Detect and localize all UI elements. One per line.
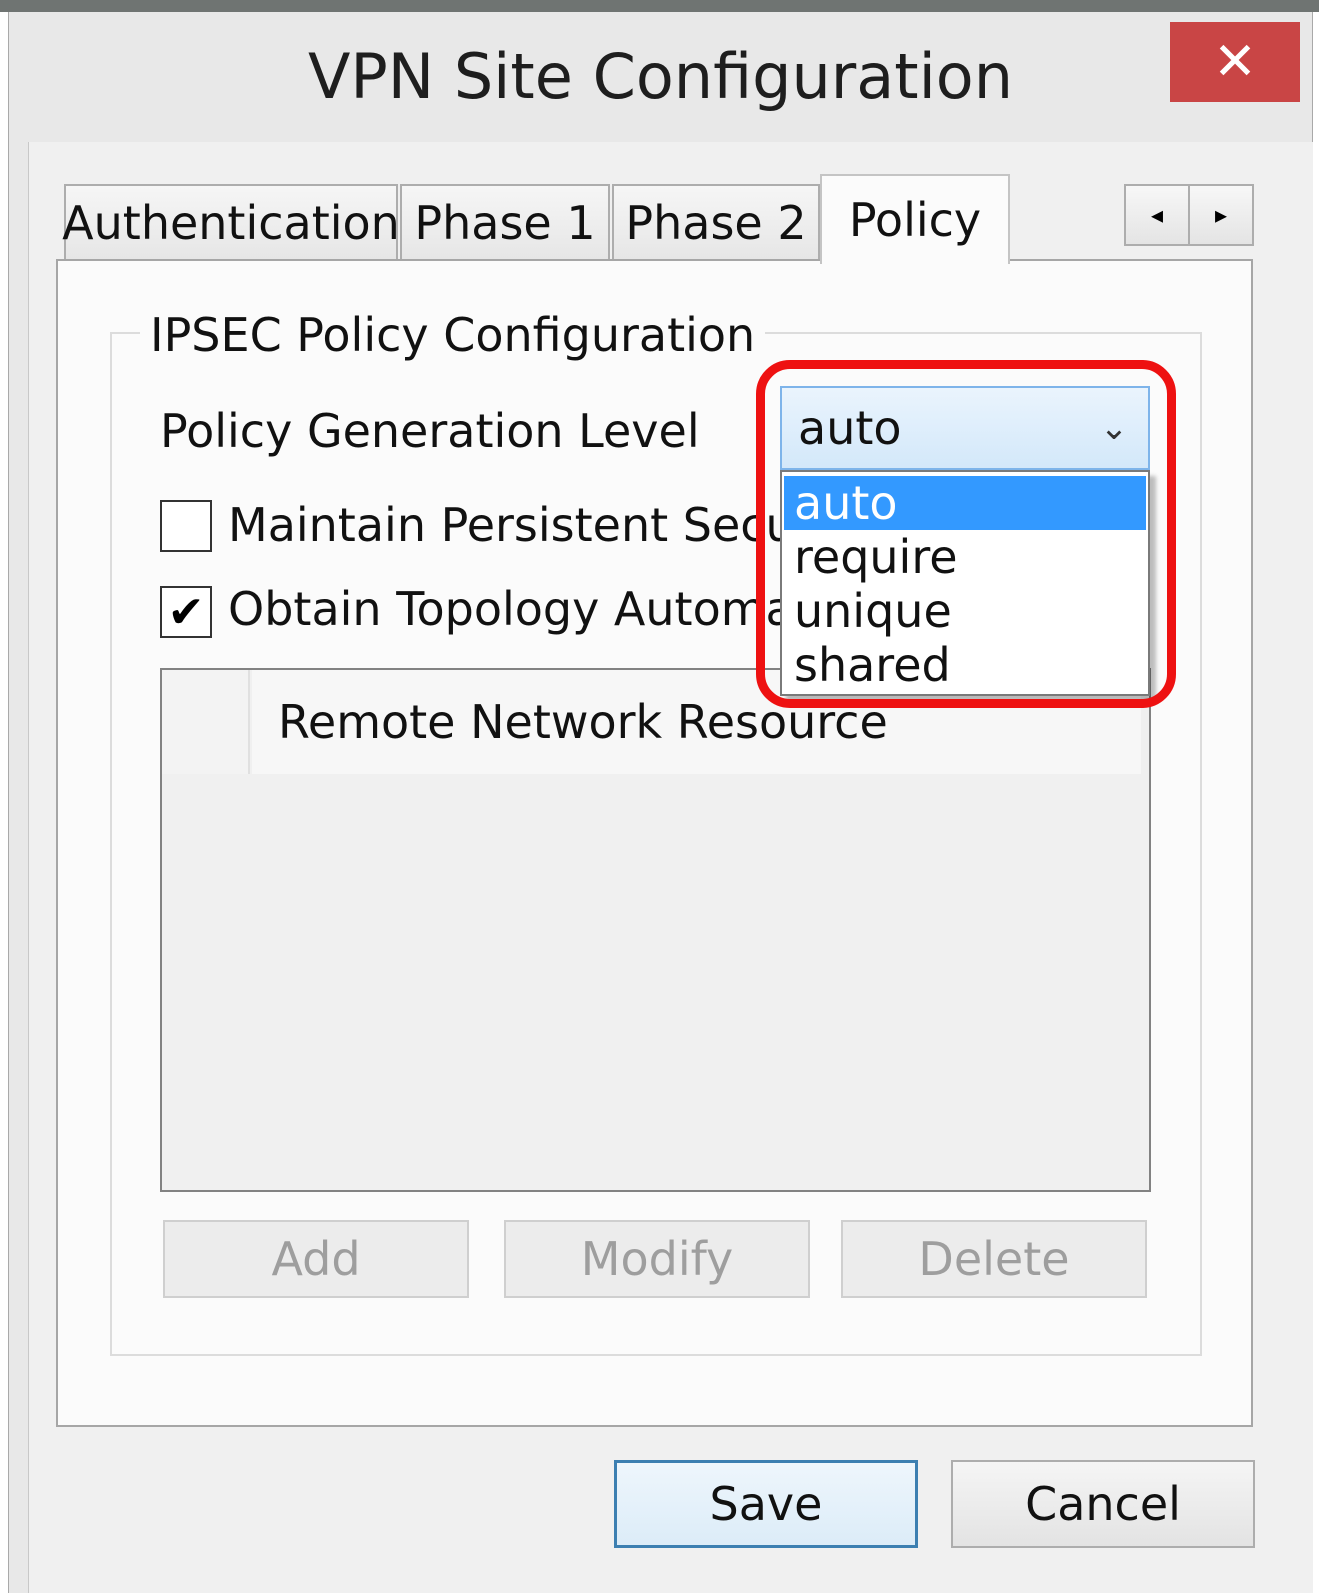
remote-network-list[interactable]: Remote Network Resource bbox=[160, 668, 1151, 1192]
delete-button[interactable]: Delete bbox=[841, 1220, 1147, 1298]
background-strip bbox=[0, 0, 1319, 12]
maintain-persistent-checkbox[interactable] bbox=[160, 500, 212, 552]
close-icon: ✕ bbox=[1213, 32, 1257, 92]
window-title: VPN Site Configuration bbox=[307, 40, 1014, 113]
tab-scroll-right-button[interactable]: ▸ bbox=[1188, 184, 1254, 246]
policy-level-label: Policy Generation Level bbox=[160, 404, 700, 458]
add-button[interactable]: Add bbox=[163, 1220, 469, 1298]
tab-scroll-left-button[interactable]: ◂ bbox=[1124, 184, 1190, 246]
group-title: IPSEC Policy Configuration bbox=[140, 308, 766, 362]
list-header-blank bbox=[162, 670, 250, 774]
arrow-right-icon: ▸ bbox=[1214, 201, 1228, 229]
modify-button[interactable]: Modify bbox=[504, 1220, 810, 1298]
tab-policy[interactable]: Policy bbox=[820, 174, 1010, 264]
close-button[interactable]: ✕ bbox=[1170, 22, 1300, 102]
checkmark-icon: ✔ bbox=[167, 586, 205, 638]
arrow-left-icon: ◂ bbox=[1150, 201, 1164, 229]
annotation-highlight-ring bbox=[756, 360, 1176, 708]
tab-phase-1[interactable]: Phase 1 bbox=[400, 184, 610, 260]
save-button[interactable]: Save bbox=[614, 1460, 918, 1548]
tab-phase-2[interactable]: Phase 2 bbox=[612, 184, 820, 260]
obtain-topology-checkbox[interactable]: ✔ bbox=[160, 586, 212, 638]
tab-authentication[interactable]: Authentication bbox=[62, 184, 400, 260]
cancel-button[interactable]: Cancel bbox=[951, 1460, 1255, 1548]
